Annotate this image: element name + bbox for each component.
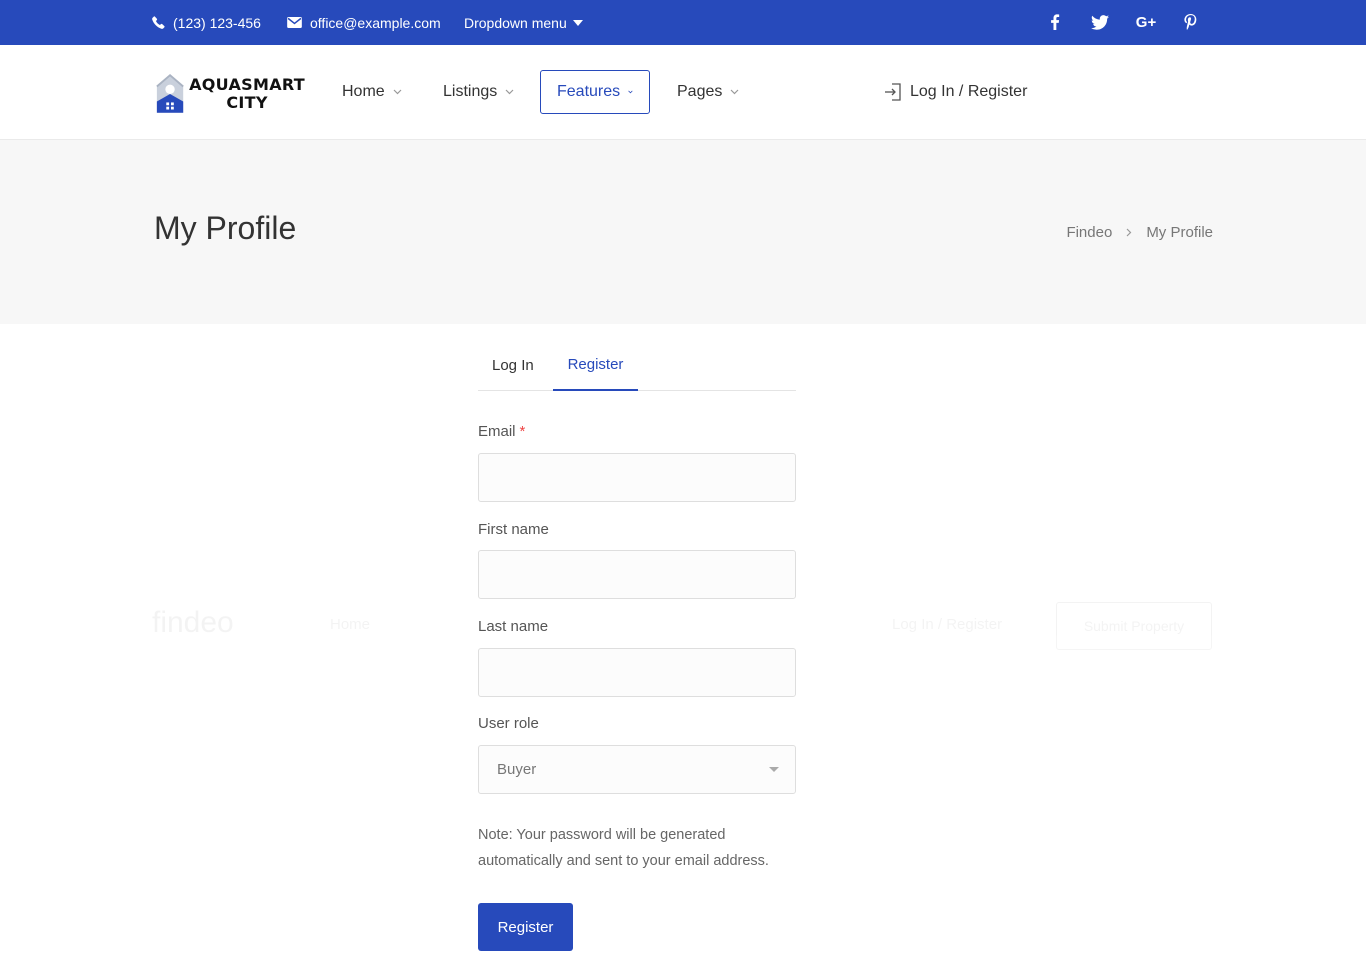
register-button[interactable]: Register <box>478 903 573 951</box>
nav-home[interactable]: Home <box>342 70 402 114</box>
first-name-field[interactable] <box>478 550 796 599</box>
tab-register[interactable]: Register <box>553 340 638 391</box>
house-logo-icon <box>156 73 184 113</box>
top-bar: (123) 123-456 office@example.com Dropdow… <box>0 0 1366 45</box>
nav-pages-label: Pages <box>677 83 723 100</box>
pinterest-icon[interactable] <box>1180 12 1200 32</box>
logo-line-1: AQUASMART <box>189 75 305 94</box>
dropdown-menu[interactable]: Dropdown menu <box>464 0 583 45</box>
logo-line-2: CITY <box>226 93 268 112</box>
chevron-right-icon <box>1126 228 1132 237</box>
sign-in-icon <box>885 83 901 101</box>
ghost-header-watermark: findeo Home Log In / Register Submit Pro… <box>152 602 1212 650</box>
email-label-text: Email <box>478 423 516 440</box>
tab-login[interactable]: Log In <box>492 340 534 391</box>
logo-text: AQUASMART CITY <box>189 76 305 112</box>
dropdown-menu-label: Dropdown menu <box>464 14 567 31</box>
chevron-down-icon <box>505 89 514 95</box>
twitter-icon[interactable] <box>1090 12 1110 32</box>
user-role-selected: Buyer <box>497 761 537 778</box>
nav-home-label: Home <box>342 83 385 100</box>
login-register-label: Log In / Register <box>910 83 1028 100</box>
breadcrumb: Findeo My Profile <box>1066 224 1213 241</box>
password-note: Note: Your password will be generated au… <box>478 827 769 869</box>
last-name-field[interactable] <box>478 648 796 697</box>
chevron-down-icon <box>730 89 739 95</box>
email-label: Email * <box>478 423 525 440</box>
user-role-select[interactable]: Buyer <box>478 745 796 794</box>
first-name-label: First name <box>478 521 549 538</box>
breadcrumb-home-link[interactable]: Findeo <box>1066 224 1112 241</box>
email-contact[interactable]: office@example.com <box>287 0 441 45</box>
nav-listings[interactable]: Listings <box>443 70 514 114</box>
envelope-icon <box>287 17 302 28</box>
main-header: AQUASMART CITY Home Listings Features Pa… <box>0 45 1366 140</box>
ghost-logo: findeo <box>152 606 234 639</box>
page-title-band: My Profile Findeo My Profile <box>0 140 1366 324</box>
nav-features-label: Features <box>557 83 621 100</box>
facebook-icon[interactable] <box>1045 12 1065 32</box>
required-marker: * <box>519 423 526 440</box>
phone-contact[interactable]: (123) 123-456 <box>152 0 261 45</box>
nav-listings-label: Listings <box>443 83 498 100</box>
chevron-down-icon <box>393 89 402 95</box>
page-title: My Profile <box>154 210 297 246</box>
nav-pages[interactable]: Pages <box>677 70 739 114</box>
caret-down-icon <box>572 19 583 26</box>
google-plus-icon[interactable]: G+ <box>1134 12 1158 32</box>
last-name-label: Last name <box>478 618 549 635</box>
login-register-link[interactable]: Log In / Register <box>884 70 1027 114</box>
breadcrumb-current: My Profile <box>1146 224 1213 241</box>
ghost-submit-button: Submit Property <box>1056 602 1212 650</box>
ghost-nav-home: Home <box>330 616 371 633</box>
phone-number: (123) 123-456 <box>173 14 261 31</box>
chevron-down-icon <box>628 90 633 94</box>
google-plus-glyph: G+ <box>1135 13 1157 31</box>
email-address: office@example.com <box>310 14 441 31</box>
phone-icon <box>152 16 165 29</box>
email-field[interactable] <box>478 453 796 502</box>
auth-tabs: Log In Register <box>478 340 796 391</box>
ghost-login: Log In / Register <box>892 616 1003 633</box>
nav-features[interactable]: Features <box>540 70 650 114</box>
user-role-label: User role <box>478 715 539 732</box>
caret-down-icon <box>769 767 779 772</box>
site-logo[interactable]: AQUASMART CITY <box>155 71 305 117</box>
